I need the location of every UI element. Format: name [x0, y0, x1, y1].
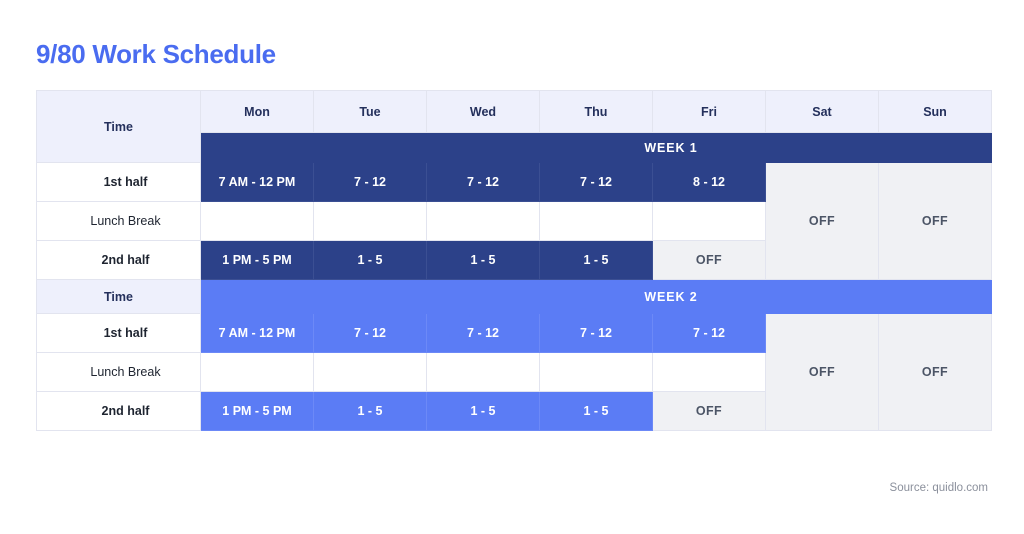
off-w1-sun: OFF	[878, 162, 992, 280]
row-label-lunch-w2: Lunch Break	[36, 352, 201, 392]
shift-w2-second-tue[interactable]: 1 - 5	[313, 391, 427, 431]
week1-band-label: WEEK 1	[200, 132, 992, 163]
shift-w2-second-mon[interactable]: 1 PM - 5 PM	[200, 391, 314, 431]
day-header-wed: Wed	[426, 90, 540, 133]
lunch-w1-thu	[539, 201, 653, 241]
work-schedule-table: Time Mon Tue Wed Thu Fri Sat Sun WEEK 1 …	[36, 90, 992, 431]
day-header-thu: Thu	[539, 90, 653, 133]
time-column-header: Time	[36, 90, 201, 163]
shift-w2-first-tue[interactable]: 7 - 12	[313, 313, 427, 353]
shift-w1-second-wed[interactable]: 1 - 5	[426, 240, 540, 280]
time-column-header-week2: Time	[36, 279, 201, 314]
row-label-first-half-w2: 1st half	[36, 313, 201, 353]
shift-w1-second-thu[interactable]: 1 - 5	[539, 240, 653, 280]
shift-w2-first-wed[interactable]: 7 - 12	[426, 313, 540, 353]
shift-w1-first-wed[interactable]: 7 - 12	[426, 162, 540, 202]
row-label-first-half-w1: 1st half	[36, 162, 201, 202]
shift-w2-first-fri[interactable]: 7 - 12	[652, 313, 766, 353]
shift-w1-first-fri[interactable]: 8 - 12	[652, 162, 766, 202]
schedule-page: 9/80 Work Schedule Time Mon Tue Wed Thu …	[0, 0, 1024, 534]
table-header-row: Time Mon Tue Wed Thu Fri Sat Sun	[36, 90, 992, 163]
lunch-w1-wed	[426, 201, 540, 241]
shift-w2-second-wed[interactable]: 1 - 5	[426, 391, 540, 431]
shift-w1-second-mon[interactable]: 1 PM - 5 PM	[200, 240, 314, 280]
week1-first-half-row: 1st half 7 AM - 12 PM 7 - 12 7 - 12 7 - …	[36, 162, 992, 280]
shift-w1-first-thu[interactable]: 7 - 12	[539, 162, 653, 202]
row-label-second-half-w2: 2nd half	[36, 391, 201, 431]
off-w1-sat: OFF	[765, 162, 879, 280]
off-w2-sun: OFF	[878, 313, 992, 431]
row-label-lunch-w1: Lunch Break	[36, 201, 201, 241]
off-w1-second-fri: OFF	[652, 240, 766, 280]
off-w2-sat: OFF	[765, 313, 879, 431]
off-w2-second-fri: OFF	[652, 391, 766, 431]
lunch-w2-fri	[652, 352, 766, 392]
week2-first-half-row: 1st half 7 AM - 12 PM 7 - 12 7 - 12 7 - …	[36, 313, 992, 431]
shift-w2-first-mon[interactable]: 7 AM - 12 PM	[200, 313, 314, 353]
page-title: 9/80 Work Schedule	[36, 39, 276, 69]
shift-w1-second-tue[interactable]: 1 - 5	[313, 240, 427, 280]
lunch-w2-thu	[539, 352, 653, 392]
shift-w2-first-thu[interactable]: 7 - 12	[539, 313, 653, 353]
row-label-second-half-w1: 2nd half	[36, 240, 201, 280]
lunch-w2-wed	[426, 352, 540, 392]
source-attribution: Source: quidlo.com	[889, 482, 988, 494]
day-header-mon: Mon	[200, 90, 314, 133]
day-header-sat: Sat	[765, 90, 879, 133]
lunch-w2-mon	[200, 352, 314, 392]
lunch-w2-tue	[313, 352, 427, 392]
lunch-w1-fri	[652, 201, 766, 241]
week2-band-row: Time WEEK 2	[36, 279, 992, 314]
lunch-w1-tue	[313, 201, 427, 241]
lunch-w1-mon	[200, 201, 314, 241]
week2-band-label: WEEK 2	[200, 279, 992, 314]
shift-w1-first-tue[interactable]: 7 - 12	[313, 162, 427, 202]
day-header-fri: Fri	[652, 90, 766, 133]
shift-w1-first-mon[interactable]: 7 AM - 12 PM	[200, 162, 314, 202]
shift-w2-second-thu[interactable]: 1 - 5	[539, 391, 653, 431]
day-header-tue: Tue	[313, 90, 427, 133]
day-header-sun: Sun	[878, 90, 992, 133]
